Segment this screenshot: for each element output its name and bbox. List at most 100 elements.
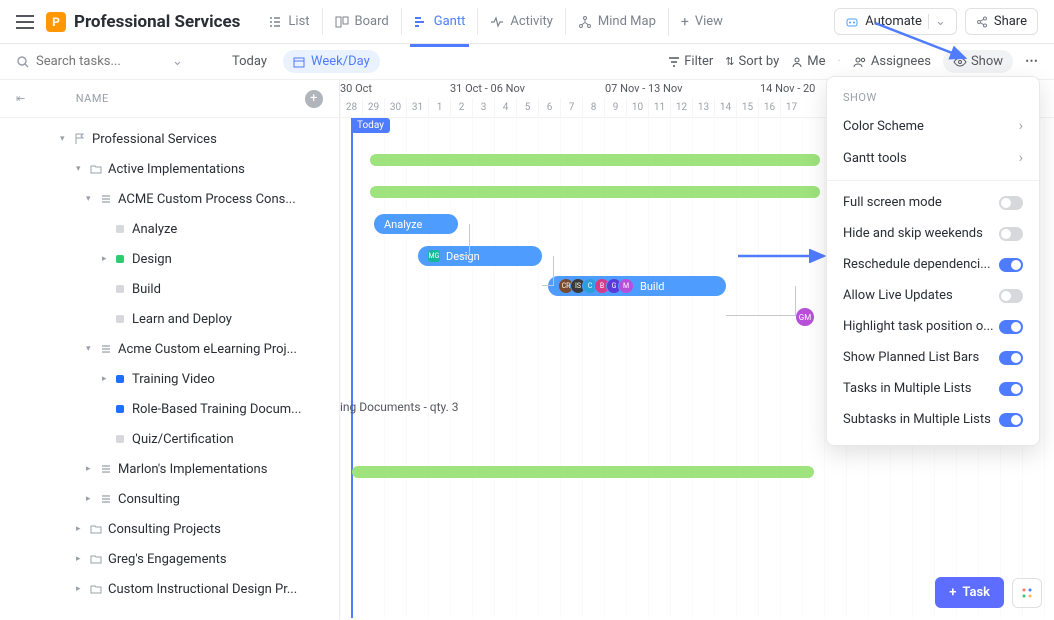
share-button[interactable]: Share <box>965 8 1038 35</box>
tree-item[interactable]: Analyze <box>0 214 339 244</box>
board-icon <box>335 15 349 29</box>
tab-list[interactable]: List <box>256 8 321 35</box>
tree-item[interactable]: ▾Active Implementations <box>0 154 339 184</box>
bar-build[interactable]: CR IS C B G M Build <box>548 276 726 296</box>
filter-label: Filter <box>684 54 713 69</box>
view-tabs: List Board Gantt Activity Mind Map + Vie… <box>256 8 735 36</box>
bar-learn-deploy-avatar[interactable]: GM <box>796 308 814 326</box>
tree-item[interactable]: ▸Marlon's Implementations <box>0 454 339 484</box>
apps-icon <box>1020 586 1034 600</box>
week-label: 14 Nov - 20 <box>760 82 815 95</box>
dropdown-toggle-row[interactable]: Allow Live Updates <box>827 280 1039 311</box>
day-cell: 1 <box>428 98 450 118</box>
show-dropdown: SHOW Color Scheme › Gantt tools › Full s… <box>826 76 1040 446</box>
tree-header: ⇤ NAME + <box>0 80 339 118</box>
day-cell: 12 <box>670 98 692 118</box>
dropdown-toggle-row[interactable]: Reschedule dependenci... <box>827 249 1039 280</box>
toggle-switch[interactable] <box>999 289 1023 303</box>
toggle-switch[interactable] <box>999 227 1023 241</box>
dropdown-toggle-row[interactable]: Show Planned List Bars <box>827 342 1039 373</box>
plus-icon: + <box>949 585 956 600</box>
tab-label: Mind Map <box>598 14 656 29</box>
share-icon <box>976 16 988 28</box>
tree-item[interactable]: ▾ACME Custom Process Cons... <box>0 184 339 214</box>
tree-item[interactable]: ▸Consulting Projects <box>0 514 339 544</box>
me-button[interactable]: Me <box>791 54 825 69</box>
weekday-label: Week/Day <box>311 54 370 69</box>
chevron-right-icon: › <box>1019 150 1023 166</box>
dropdown-toggle-row[interactable]: Subtasks in Multiple Lists <box>827 404 1039 435</box>
show-button[interactable]: Show <box>943 50 1013 73</box>
bar-active-implementations[interactable] <box>370 154 820 166</box>
bar-acme-process[interactable] <box>370 186 820 198</box>
tree-item[interactable]: ▾Acme Custom eLearning Proj... <box>0 334 339 364</box>
workspace-title: Professional Services <box>74 12 240 32</box>
tab-gantt[interactable]: Gantt <box>401 8 478 35</box>
dropdown-toggle-row[interactable]: Hide and skip weekends <box>827 218 1039 249</box>
calendar-icon <box>293 56 305 68</box>
dropdown-toggle-row[interactable]: Tasks in Multiple Lists <box>827 373 1039 404</box>
dropdown-color-scheme[interactable]: Color Scheme › <box>827 110 1039 142</box>
tree-column: ⇤ NAME + ▾Professional Services▾Active I… <box>0 80 340 620</box>
gantt-icon <box>414 15 428 29</box>
more-icon[interactable]: ⋯ <box>1025 54 1038 69</box>
collapse-icon[interactable]: ⇤ <box>16 92 26 105</box>
assignees-button[interactable]: Assignees <box>853 54 931 69</box>
automate-button[interactable]: Automate ⌄ <box>834 8 957 35</box>
dropdown-toggle-row[interactable]: Highlight task position o... <box>827 311 1039 342</box>
tab-label: List <box>288 14 309 29</box>
toggle-switch[interactable] <box>999 413 1023 427</box>
toggle-switch[interactable] <box>999 382 1023 396</box>
tab-activity[interactable]: Activity <box>477 8 565 35</box>
dependency-line <box>458 224 470 256</box>
add-button[interactable]: + <box>305 90 323 108</box>
bar-label: Build <box>640 280 664 293</box>
bar-design[interactable]: MG Design <box>418 246 542 266</box>
hamburger-icon[interactable] <box>16 15 34 29</box>
header-right: Automate ⌄ Share <box>834 8 1038 35</box>
separator: · <box>837 54 840 69</box>
eye-icon <box>953 56 967 68</box>
assignees-label: Assignees <box>871 54 931 69</box>
toggle-switch[interactable] <box>999 258 1023 272</box>
tree-item[interactable]: ▾Professional Services <box>0 124 339 154</box>
tab-mindmap[interactable]: Mind Map <box>565 8 668 35</box>
tree-item[interactable]: Quiz/Certification <box>0 424 339 454</box>
dropdown-gantt-tools[interactable]: Gantt tools › <box>827 142 1039 174</box>
tab-add-view[interactable]: + View <box>668 8 735 36</box>
tree-item[interactable]: ▸Greg's Engagements <box>0 544 339 574</box>
sortby-button[interactable]: ⇅ Sort by <box>725 54 779 69</box>
tree-item[interactable]: ▸Training Video <box>0 364 339 394</box>
avatar: M <box>618 278 634 294</box>
bar-training-docs-text[interactable]: ing Documents - qty. 3 <box>340 400 458 414</box>
tree-item[interactable]: ▸Design <box>0 244 339 274</box>
tree-item[interactable]: Role-Based Training Docum... <box>0 394 339 424</box>
bar-analyze[interactable]: Analyze <box>374 214 458 234</box>
filter-button[interactable]: Filter <box>668 54 713 69</box>
tree-item[interactable]: ▸Custom Instructional Design Pr... <box>0 574 339 604</box>
bar-marlons[interactable] <box>352 466 814 478</box>
weekday-pill[interactable]: Week/Day <box>283 50 380 73</box>
toggle-switch[interactable] <box>999 351 1023 365</box>
search-wrap: ⌄ <box>16 54 216 69</box>
toggle-switch[interactable] <box>999 196 1023 210</box>
plus-icon: + <box>681 14 689 30</box>
tree-item[interactable]: Build <box>0 274 339 304</box>
apps-button[interactable] <box>1012 578 1042 608</box>
week-label: 07 Nov - 13 Nov <box>605 82 682 95</box>
tab-label: Activity <box>510 14 553 29</box>
search-input[interactable] <box>36 54 166 69</box>
dropdown-toggle-row[interactable]: Full screen mode <box>827 187 1039 218</box>
new-task-button[interactable]: + Task <box>935 577 1004 608</box>
tree-item[interactable]: Learn and Deploy <box>0 304 339 334</box>
tree-item[interactable]: ▸Consulting <box>0 484 339 514</box>
toggle-switch[interactable] <box>999 320 1023 334</box>
tab-board[interactable]: Board <box>322 8 401 35</box>
workspace-icon[interactable]: P <box>46 12 66 32</box>
chevron-down-icon[interactable]: ⌄ <box>928 14 946 29</box>
sortby-label: Sort by <box>739 54 780 69</box>
day-cell: 3 <box>472 98 494 118</box>
me-label: Me <box>807 54 825 69</box>
today-button[interactable]: Today <box>224 50 275 73</box>
chevron-down-icon[interactable]: ⌄ <box>172 54 183 69</box>
